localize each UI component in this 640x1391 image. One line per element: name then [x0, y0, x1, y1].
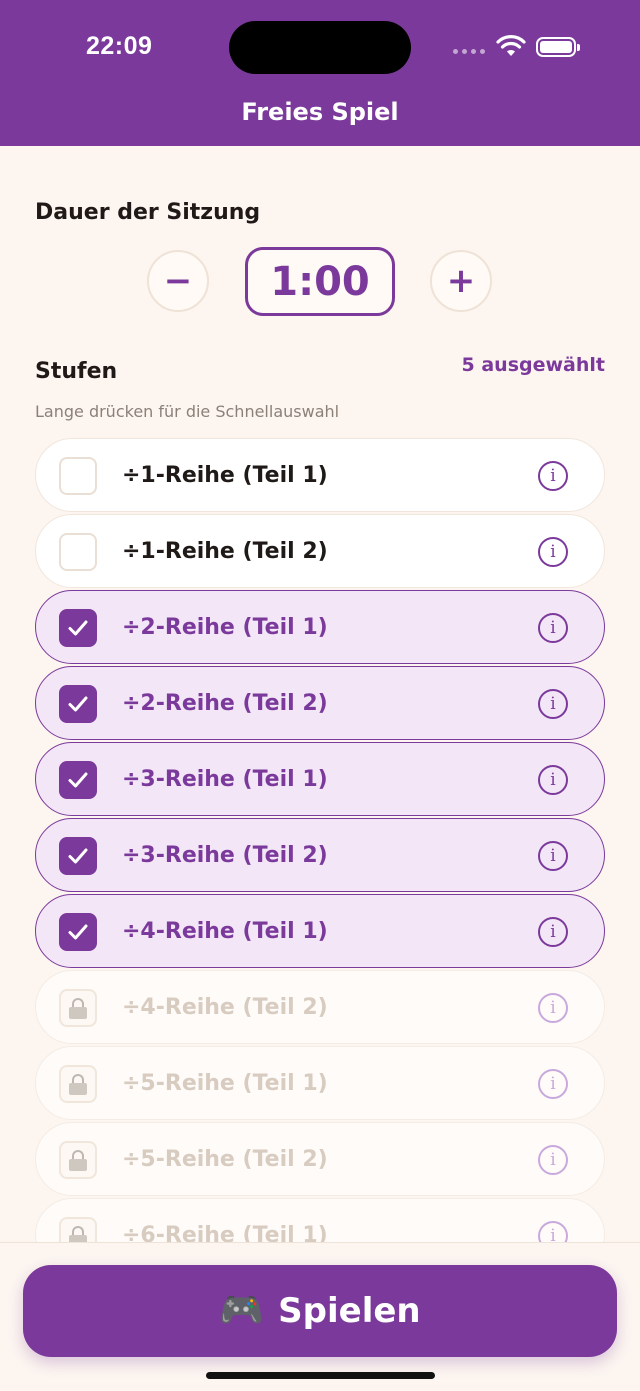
- level-label: ÷1-Reihe (Teil 1): [122, 462, 328, 488]
- info-icon[interactable]: i: [538, 765, 568, 795]
- info-icon[interactable]: i: [538, 1069, 568, 1099]
- level-row[interactable]: ÷1-Reihe (Teil 1) i: [35, 438, 605, 512]
- level-checkbox[interactable]: [59, 913, 97, 951]
- level-row[interactable]: ÷5-Reihe (Teil 2) i: [35, 1122, 605, 1196]
- selected-count[interactable]: 5 ausgewählt: [462, 354, 605, 376]
- level-label: ÷1-Reihe (Teil 2): [122, 538, 328, 564]
- checkmark-icon: [68, 696, 88, 712]
- checkmark-icon: [68, 620, 88, 636]
- lock-icon: [59, 1217, 97, 1242]
- level-label: ÷5-Reihe (Teil 1): [122, 1070, 328, 1096]
- level-checkbox[interactable]: [59, 533, 97, 571]
- level-label: ÷6-Reihe (Teil 1): [122, 1222, 328, 1243]
- level-label: ÷2-Reihe (Teil 1): [122, 614, 328, 640]
- dynamic-island: [229, 21, 411, 74]
- level-checkbox[interactable]: [59, 609, 97, 647]
- level-checkbox[interactable]: [59, 837, 97, 875]
- lock-icon: [59, 989, 97, 1027]
- level-row[interactable]: ÷3-Reihe (Teil 1) i: [35, 742, 605, 816]
- level-checkbox[interactable]: [59, 685, 97, 723]
- level-label: ÷5-Reihe (Teil 2): [122, 1146, 328, 1172]
- header-bar: 22:09 Freies Spiel: [0, 0, 640, 146]
- lock-icon: [59, 1141, 97, 1179]
- level-row[interactable]: ÷1-Reihe (Teil 2) i: [35, 514, 605, 588]
- duration-value: 1:00: [245, 247, 395, 316]
- info-icon[interactable]: i: [538, 689, 568, 719]
- wifi-icon: [496, 35, 526, 56]
- level-row[interactable]: ÷4-Reihe (Teil 1) i: [35, 894, 605, 968]
- play-button-label: Spielen: [278, 1291, 421, 1331]
- home-indicator: [206, 1372, 435, 1379]
- lock-icon: [59, 1065, 97, 1103]
- info-icon[interactable]: i: [538, 841, 568, 871]
- info-icon[interactable]: i: [538, 917, 568, 947]
- decrease-duration-button[interactable]: −: [147, 250, 209, 312]
- info-icon[interactable]: i: [538, 613, 568, 643]
- gamepad-icon: 🎮: [219, 1290, 265, 1331]
- increase-duration-button[interactable]: +: [430, 250, 492, 312]
- info-icon[interactable]: i: [538, 537, 568, 567]
- level-label: ÷4-Reihe (Teil 2): [122, 994, 328, 1020]
- checkmark-icon: [68, 924, 88, 940]
- play-button[interactable]: 🎮 Spielen: [23, 1265, 617, 1357]
- status-time: 22:09: [86, 32, 153, 60]
- level-label: ÷2-Reihe (Teil 2): [122, 690, 328, 716]
- page-title: Freies Spiel: [241, 98, 399, 126]
- level-row[interactable]: ÷2-Reihe (Teil 2) i: [35, 666, 605, 740]
- level-checkbox[interactable]: [59, 457, 97, 495]
- level-row[interactable]: ÷4-Reihe (Teil 2) i: [35, 970, 605, 1044]
- session-duration-label: Dauer der Sitzung: [35, 200, 261, 225]
- info-icon[interactable]: i: [538, 1145, 568, 1175]
- info-icon[interactable]: i: [538, 1221, 568, 1242]
- info-icon[interactable]: i: [538, 993, 568, 1023]
- level-row[interactable]: ÷6-Reihe (Teil 1) i: [35, 1198, 605, 1242]
- checkmark-icon: [68, 848, 88, 864]
- battery-icon: [536, 37, 580, 57]
- level-label: ÷3-Reihe (Teil 2): [122, 842, 328, 868]
- quick-select-hint: Lange drücken für die Schnellauswahl: [35, 402, 340, 421]
- level-checkbox[interactable]: [59, 761, 97, 799]
- level-label: ÷3-Reihe (Teil 1): [122, 766, 328, 792]
- checkmark-icon: [68, 772, 88, 788]
- levels-list[interactable]: ÷1-Reihe (Teil 1) i ÷1-Reihe (Teil 2) i ÷2-R…: [0, 436, 640, 1242]
- level-row[interactable]: ÷2-Reihe (Teil 1) i: [35, 590, 605, 664]
- level-row[interactable]: ÷5-Reihe (Teil 1) i: [35, 1046, 605, 1120]
- cellular-signal-icon: [453, 49, 485, 54]
- info-icon[interactable]: i: [538, 461, 568, 491]
- level-row[interactable]: ÷3-Reihe (Teil 2) i: [35, 818, 605, 892]
- levels-label: Stufen: [35, 359, 118, 384]
- level-label: ÷4-Reihe (Teil 1): [122, 918, 328, 944]
